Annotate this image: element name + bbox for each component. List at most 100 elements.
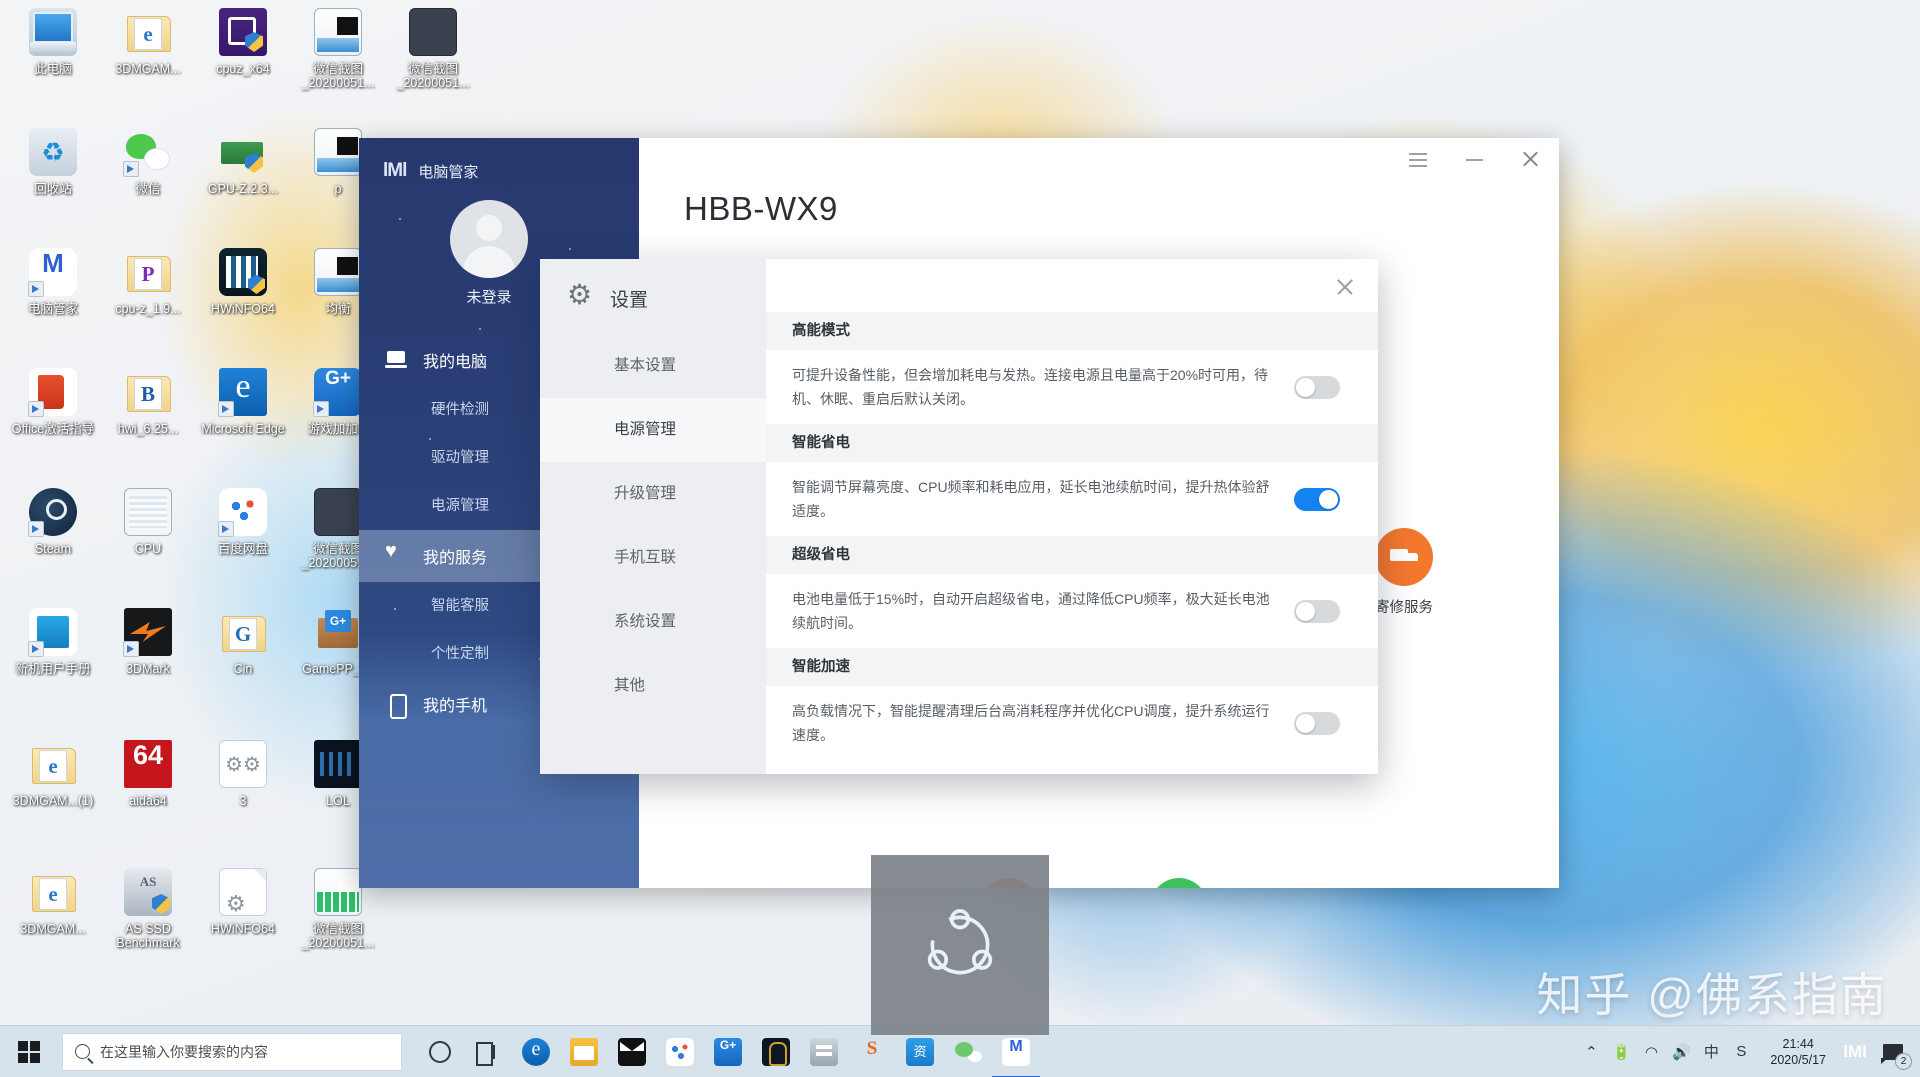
desktop-icon[interactable]: HWiNFO64 — [196, 868, 290, 936]
desktop-icon[interactable]: 新机用户手册 — [6, 608, 100, 676]
shortcut-arrow-icon — [123, 161, 139, 177]
pc-manager-tray-icon[interactable]: lMl — [1840, 1026, 1870, 1077]
close-button[interactable] — [1519, 148, 1541, 170]
service-tile-qrcode[interactable]: 微信二维码 — [1114, 878, 1244, 888]
star-decoration — [429, 438, 431, 440]
cortana-button[interactable] — [416, 1026, 464, 1077]
desktop-icon-label: 回收站 — [34, 182, 72, 196]
volume-icon[interactable]: 🔊 — [1666, 1026, 1696, 1077]
desktop-icon-image — [409, 8, 457, 56]
desktop-icon[interactable]: aida64 — [101, 740, 195, 808]
laptop-icon — [385, 350, 407, 370]
star-decoration — [399, 218, 401, 220]
sidebar-item-label: 我的服务 — [423, 550, 488, 567]
show-hidden-icons-chevron[interactable]: ⌃ — [1576, 1026, 1606, 1077]
desktop-icon[interactable]: 电脑管家 — [6, 248, 100, 316]
desktop-icon[interactable]: 微信截图_20200051... — [386, 8, 480, 90]
desktop-icon-image — [314, 8, 362, 56]
start-button[interactable] — [0, 1026, 58, 1077]
desktop-icon[interactable]: hwi_6.25... — [101, 368, 195, 436]
desktop-icon[interactable]: AS SSD Benchmark — [101, 868, 195, 950]
mail-button[interactable] — [608, 1026, 656, 1077]
game-booster-button[interactable] — [704, 1026, 752, 1077]
clock[interactable]: 21:44 2020/5/17 — [1758, 1036, 1838, 1068]
desktop-icon-image — [219, 608, 267, 656]
desktop-icon[interactable]: 3DMGAM...(1) — [6, 740, 100, 808]
shortcut-arrow-icon — [28, 521, 44, 537]
heart-icon — [385, 540, 407, 566]
search-input[interactable]: 在这里输入你要搜索的内容 — [62, 1032, 402, 1071]
ime-chinese-icon[interactable]: 中 — [1696, 1026, 1726, 1077]
close-icon[interactable] — [1334, 276, 1356, 298]
league-of-legends-button[interactable] — [752, 1026, 800, 1077]
desktop-icon-image — [218, 368, 267, 417]
battery-icon[interactable]: 🔋 — [1606, 1026, 1636, 1077]
shortcut-arrow-icon — [28, 401, 44, 417]
desktop-icon-image — [219, 248, 267, 296]
setting-description: 电池电量低于15%时，自动开启超级省电，通过降低CPU频率，极大延长电池续航时间… — [792, 591, 1270, 631]
desktop-icon-label: cpu-z_1.9... — [115, 302, 181, 316]
desktop-icon[interactable]: Cin — [196, 608, 290, 676]
settings-tab[interactable]: 升级管理 — [540, 462, 766, 526]
settings-tab[interactable]: 基本设置 — [540, 334, 766, 398]
windows-start-icon — [18, 1040, 40, 1063]
shareit-floating-window[interactable] — [871, 855, 1049, 1035]
settings-tab[interactable]: 系统设置 — [540, 590, 766, 654]
edge-icon — [522, 1037, 550, 1066]
settings-tab[interactable]: 其他 — [540, 654, 766, 718]
desktop-icon[interactable]: HWiNFO64 — [196, 248, 290, 316]
settings-sidebar: 设置 基本设置电源管理升级管理手机互联系统设置其他 — [540, 259, 766, 774]
settings-tab[interactable]: 电源管理 — [540, 398, 766, 462]
wifi-icon[interactable]: ◠ — [1636, 1026, 1666, 1077]
shareit-logo-icon — [927, 909, 993, 975]
desktop-icon[interactable]: 3DMGAM... — [6, 868, 100, 936]
desktop-icon-label: 3DMGAM... — [115, 62, 181, 76]
desktop-icon[interactable]: cpuz_x64 — [196, 8, 290, 76]
desktop-icon[interactable]: CPU — [101, 488, 195, 556]
desktop-icon[interactable]: 3DMGAM... — [101, 8, 195, 76]
task-view-button[interactable] — [464, 1026, 512, 1077]
setting-toggle[interactable] — [1294, 711, 1340, 735]
desktop-icon-label: GPU-Z.2.3... — [207, 182, 279, 196]
desktop-icon[interactable]: 微信截图_20200051... — [291, 8, 385, 90]
desktop-icon[interactable]: Microsoft Edge — [196, 368, 290, 436]
clock-date: 2020/5/17 — [1770, 1052, 1826, 1067]
menu-button[interactable] — [1407, 148, 1429, 170]
setting-description: 可提升设备性能，但会增加耗电与发热。连接电源且电量高于20%时可用，待机、休眠、… — [792, 367, 1269, 407]
settings-content: 高能模式 可提升设备性能，但会增加耗电与发热。连接电源且电量高于20%时可用，待机… — [766, 259, 1378, 774]
archive-button[interactable] — [800, 1026, 848, 1077]
minimize-button[interactable] — [1463, 148, 1485, 170]
baidu-netdisk-button[interactable] — [656, 1026, 704, 1077]
desktop-icon-label: 微信 — [135, 182, 161, 196]
desktop-icon[interactable]: GPU-Z.2.3... — [196, 128, 290, 196]
setting-toggle[interactable] — [1294, 599, 1340, 623]
desktop-icon[interactable]: 回收站 — [6, 128, 100, 196]
desktop-icon-image — [29, 868, 77, 916]
desktop-icon[interactable]: 3 — [196, 740, 290, 808]
setting-section-row: 可提升设备性能，但会增加耗电与发热。连接电源且电量高于20%时可用，待机、休眠、… — [766, 350, 1378, 424]
setting-toggle[interactable] — [1294, 487, 1340, 511]
settings-tab[interactable]: 手机互联 — [540, 526, 766, 590]
notification-center-button[interactable]: 2 — [1872, 1026, 1914, 1077]
avatar[interactable] — [450, 200, 528, 278]
desktop-icon[interactable]: Steam — [6, 488, 100, 556]
desktop-icon[interactable]: 3DMark — [101, 608, 195, 676]
league-of-legends-icon — [762, 1037, 790, 1066]
desktop-icon-label: 此电脑 — [34, 62, 72, 76]
edge-button[interactable] — [512, 1026, 560, 1077]
desktop-icon-label: 3DMark — [126, 662, 170, 676]
desktop-icon[interactable]: 百度网盘 — [196, 488, 290, 556]
desktop-icon[interactable]: cpu-z_1.9... — [101, 248, 195, 316]
desktop-icon-label: 微信截图_20200051... — [396, 62, 470, 90]
desktop-icon-label: 3DMGAM... — [20, 922, 86, 936]
settings-dialog[interactable]: 设置 基本设置电源管理升级管理手机互联系统设置其他 高能模式可提升设备性能，但会… — [540, 259, 1378, 774]
desktop-icon-label: cpuz_x64 — [216, 62, 270, 76]
setting-toggle[interactable] — [1294, 375, 1340, 399]
file-explorer-button[interactable] — [560, 1026, 608, 1077]
power-management-list: 高能模式 可提升设备性能，但会增加耗电与发热。连接电源且电量高于20%时可用，待机… — [766, 312, 1378, 774]
desktop-icon-image — [314, 128, 362, 176]
sogou-tray-icon[interactable]: S — [1726, 1026, 1756, 1077]
desktop-icon[interactable]: 微信 — [101, 128, 195, 196]
desktop-icon[interactable]: 此电脑 — [6, 8, 100, 76]
desktop-icon[interactable]: Office激活指导 — [6, 368, 100, 436]
